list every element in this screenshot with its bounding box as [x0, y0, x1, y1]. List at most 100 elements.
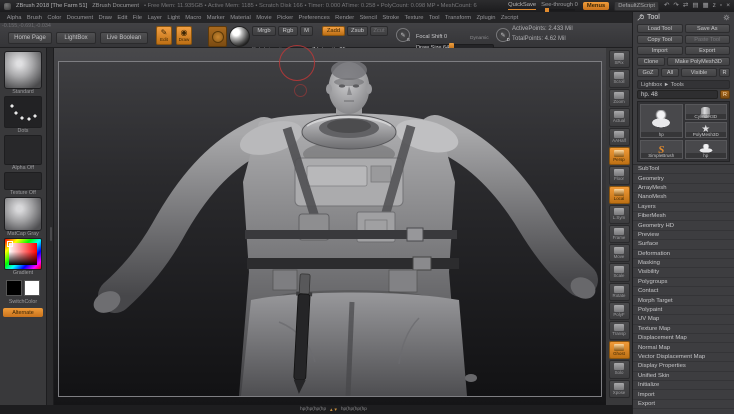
load-tool-button[interactable]: Load Tool — [637, 24, 683, 33]
z-intensity-slider[interactable]: Z Intensity 25 — [312, 38, 390, 47]
current-tool-thumbnail[interactable]: hp — [640, 104, 683, 138]
aahalf-button[interactable]: AAHalf — [609, 128, 630, 146]
menu-item[interactable]: Tool — [426, 15, 442, 21]
local-button[interactable]: Local — [609, 186, 630, 204]
menu-item[interactable]: Stroke — [380, 15, 402, 21]
sculpt-model[interactable] — [59, 62, 601, 396]
goz-visible-button[interactable]: Visible — [681, 68, 717, 77]
menu-item[interactable]: Document — [64, 15, 96, 21]
subpalette-header[interactable]: Texture Map — [633, 325, 734, 334]
subpalette-header[interactable]: Layers — [633, 203, 734, 212]
menu-item[interactable]: File — [130, 15, 145, 21]
current-alpha-thumbnail[interactable] — [4, 135, 42, 165]
subpalette-header[interactable]: Unified Skin — [633, 372, 734, 381]
goz-all-button[interactable]: All — [661, 68, 679, 77]
main-color-swatch[interactable] — [6, 280, 22, 296]
menus-button[interactable]: Menus — [583, 2, 609, 10]
redo-icon[interactable]: ↷ — [673, 3, 678, 10]
current-stroke-thumbnail[interactable] — [4, 96, 42, 128]
gradient-toggle[interactable]: Gradient — [13, 270, 33, 277]
restore-window-icon[interactable]: ▫ — [720, 3, 722, 10]
tool-thumbnail-hp[interactable]: hp — [685, 140, 728, 159]
clone-button[interactable]: Clone — [637, 57, 665, 66]
pen-pressure-size-button[interactable]: ✎S — [396, 28, 410, 42]
save-as-button[interactable]: Save As — [685, 24, 731, 33]
menu-item[interactable]: Movie — [254, 15, 275, 21]
subpalette-header[interactable]: Visibility — [633, 268, 734, 277]
menu-item[interactable]: Brush — [24, 15, 45, 21]
menu-item[interactable]: Layer — [145, 15, 165, 21]
lightbox-tools-bar[interactable]: Lightbox ► Tools — [637, 80, 730, 89]
subpalette-header[interactable]: Morph Target — [633, 296, 734, 305]
rgb-button[interactable]: Rgb — [278, 26, 298, 36]
menu-item[interactable]: Edit — [115, 15, 130, 21]
xpose-button[interactable]: Xpose — [609, 380, 630, 398]
menu-item[interactable]: Transform — [442, 15, 474, 21]
menu-item[interactable]: Draw — [96, 15, 115, 21]
subpalette-header[interactable]: NanoMesh — [633, 193, 734, 202]
close-window-icon[interactable]: × — [726, 3, 730, 10]
tool-thumbnail-cylinder3d[interactable]: Cylinder3D — [685, 104, 728, 120]
swap-views-icon[interactable]: ⇄ — [683, 3, 688, 10]
current-texture-thumbnail[interactable] — [4, 172, 42, 190]
subpalette-header[interactable]: Import — [633, 390, 734, 399]
make-polymesh3d-button[interactable]: Make PolyMesh3D — [667, 57, 730, 66]
subpalette-header[interactable]: Vector Displacement Map — [633, 353, 734, 362]
dynamic-label[interactable]: Dynamic — [470, 36, 489, 41]
home-page-button[interactable]: Home Page — [8, 32, 52, 44]
zoom-z-icon[interactable]: z — [713, 3, 716, 10]
subpalette-header[interactable]: UV Map — [633, 315, 734, 324]
subpalette-header[interactable]: Masking — [633, 259, 734, 268]
zoom-button[interactable]: Zoom — [609, 89, 630, 107]
tool-name-field[interactable]: hp. 48 — [637, 90, 718, 99]
subpalette-header[interactable]: ArrayMesh — [633, 184, 734, 193]
menu-item[interactable]: Preferences — [296, 15, 333, 21]
copy-tool-button[interactable]: Copy Tool — [637, 35, 683, 44]
menu-item[interactable]: Stencil — [357, 15, 380, 21]
tray-divider[interactable] — [46, 48, 54, 405]
polyf-button[interactable]: PolyF — [609, 302, 630, 320]
subtool-navigator[interactable]: hp(hp(hp(hp ▲▼ hp(hp(hp(hp — [300, 407, 367, 412]
menu-item[interactable]: Material — [228, 15, 254, 21]
scroll-button[interactable]: Scroll — [609, 69, 630, 87]
menu-item[interactable]: Texture — [402, 15, 426, 21]
pen-pressure-intensity-button[interactable]: ✎D — [496, 28, 510, 42]
grid-icon[interactable]: ▦ — [702, 3, 708, 10]
move3d-button[interactable]: Move — [609, 244, 630, 262]
undo-icon[interactable]: ↶ — [664, 3, 669, 10]
switch-color-button[interactable]: SwitchColor — [9, 299, 37, 306]
tool-rename-button[interactable]: R — [720, 90, 730, 99]
menu-item[interactable]: Zscript — [498, 15, 521, 21]
subpalette-header[interactable]: Deformation — [633, 250, 734, 259]
current-material-thumbnail[interactable] — [4, 197, 42, 231]
scale3d-button[interactable]: Scale — [609, 263, 630, 281]
subtool-up-down-arrows[interactable]: ▲▼ — [329, 407, 338, 412]
menu-item[interactable]: Alpha — [4, 15, 24, 21]
quicksave-button[interactable]: QuickSave — [508, 2, 536, 10]
current-brush-thumbnail[interactable] — [4, 51, 42, 89]
document-canvas[interactable] — [54, 48, 606, 405]
menu-item[interactable]: Picker — [274, 15, 295, 21]
secondary-color-swatch[interactable] — [24, 280, 40, 296]
subpalette-header[interactable]: FiberMesh — [633, 212, 734, 221]
paste-tool-button[interactable]: Paste Tool — [685, 35, 731, 44]
current-material-preview[interactable] — [229, 26, 250, 47]
menu-item[interactable]: Color — [45, 15, 64, 21]
live-boolean-button[interactable]: Live Boolean — [100, 32, 148, 44]
subpalette-header[interactable]: Initialize — [633, 381, 734, 390]
ghost-button[interactable]: Ghost — [609, 341, 630, 359]
menu-item[interactable]: Macro — [183, 15, 204, 21]
tool-thumbnail-polymesh3d[interactable]: ★ PolyMesh3D — [685, 122, 728, 138]
subpalette-header[interactable]: SubTool — [633, 165, 734, 174]
subpalette-header[interactable]: Geometry — [633, 174, 734, 183]
subpalette-header[interactable]: Polypaint — [633, 306, 734, 315]
menu-item[interactable]: Zplugin — [474, 15, 498, 21]
zadd-button[interactable]: Zadd — [322, 26, 345, 36]
subpalette-header[interactable]: Displacement Map — [633, 334, 734, 343]
color-picker[interactable] — [4, 238, 42, 270]
menu-item[interactable]: Marker — [204, 15, 227, 21]
subpalette-header[interactable]: Preview — [633, 231, 734, 240]
subpalette-header[interactable]: Display Properties — [633, 362, 734, 371]
mrgb-button[interactable]: Mrgb — [252, 26, 276, 36]
subpalette-header[interactable]: Contact — [633, 287, 734, 296]
